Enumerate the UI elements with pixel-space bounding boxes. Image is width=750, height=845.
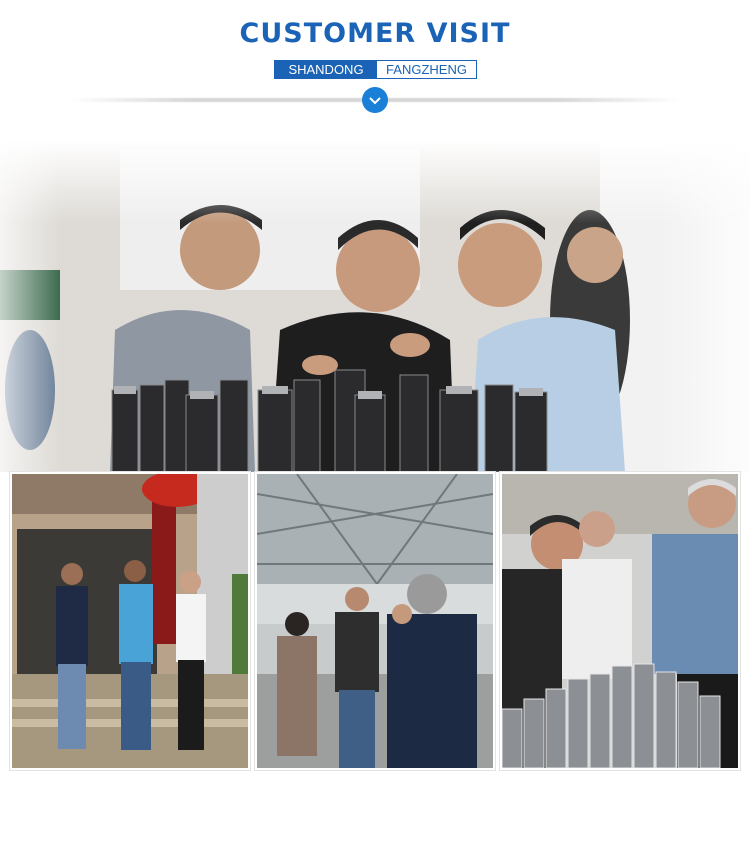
page-header: CUSTOMER VISIT SHANDONG FANGZHENG <box>0 0 750 120</box>
company-subtitle: SHANDONG FANGZHENG <box>274 60 477 79</box>
parts-photo <box>500 472 740 770</box>
hero-fade-overlay <box>0 140 750 472</box>
subtitle-right: FANGZHENG <box>386 62 467 77</box>
workshop-photo <box>255 472 495 770</box>
page-title: CUSTOMER VISIT <box>239 18 511 49</box>
subtitle-left: SHANDONG <box>275 61 377 78</box>
hero-photo <box>0 140 750 472</box>
gate-photo <box>10 472 250 770</box>
chevron-down-icon <box>362 87 388 113</box>
